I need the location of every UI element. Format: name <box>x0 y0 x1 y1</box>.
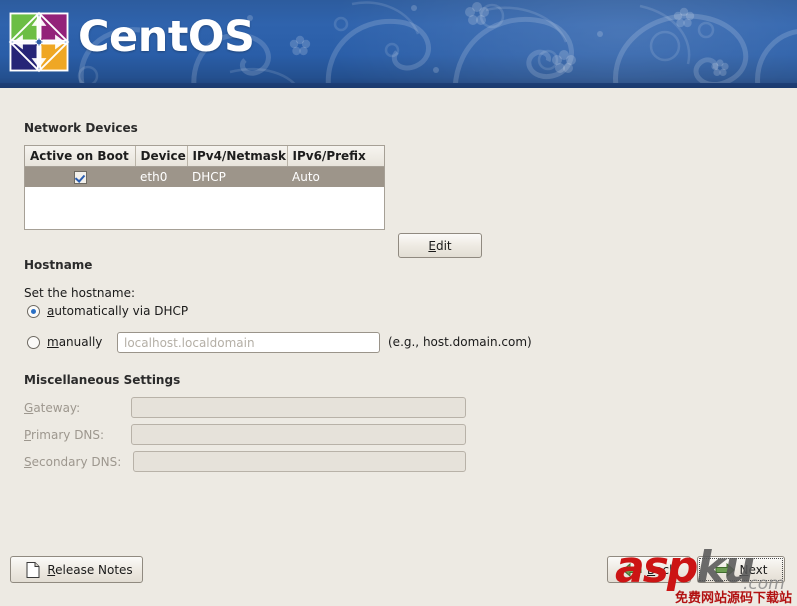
active-on-boot-checkbox[interactable] <box>73 171 87 184</box>
centos-logo-icon <box>8 11 70 73</box>
column-header-device[interactable]: Device <box>135 146 188 167</box>
column-header-ipv6-prefix[interactable]: IPv6/Prefix <box>287 146 384 167</box>
edit-button-label: Edit <box>428 238 452 253</box>
secondary-dns-input[interactable] <box>133 451 466 472</box>
next-button-label: Next <box>739 562 768 577</box>
back-button[interactable]: Back <box>607 556 691 583</box>
radio-hostname-automatic[interactable]: automatically via DHCP <box>27 304 188 318</box>
gateway-label: Gateway: <box>24 401 81 415</box>
column-header-active-on-boot[interactable]: Active on Boot <box>25 146 136 167</box>
table-row[interactable]: eth0 DHCP Auto <box>25 166 384 187</box>
header-banner: CentOS <box>0 0 797 88</box>
active-on-boot-cell[interactable] <box>25 166 135 187</box>
primary-dns-input[interactable] <box>131 424 466 445</box>
misc-settings-title: Miscellaneous Settings <box>24 373 181 387</box>
edit-button[interactable]: Edit <box>398 233 482 258</box>
hostname-input[interactable]: localhost.localdomain <box>117 332 380 353</box>
hostname-title: Hostname <box>24 258 93 272</box>
back-button-label: Back <box>646 562 677 577</box>
hostname-hint: (e.g., host.domain.com) <box>388 335 532 349</box>
ipv6-prefix-cell: Auto <box>287 166 384 187</box>
network-devices-table[interactable]: Active on Boot Device IPv4/Netmask IPv6/… <box>24 145 385 230</box>
set-hostname-label: Set the hostname: <box>24 286 136 300</box>
document-icon <box>26 561 40 578</box>
table-header-row: Active on Boot Device IPv4/Netmask IPv6/… <box>25 146 384 167</box>
primary-dns-label: Primary DNS: <box>24 428 105 442</box>
network-devices-title: Network Devices <box>24 121 138 135</box>
secondary-dns-label: Secondary DNS: <box>24 455 122 469</box>
gateway-input[interactable] <box>131 397 466 418</box>
radio-manual-indicator[interactable] <box>27 335 40 349</box>
radio-automatic-label: automatically via DHCP <box>47 304 189 318</box>
arrow-right-icon <box>715 562 735 577</box>
release-notes-label: Release Notes <box>47 562 133 577</box>
column-header-ipv4-netmask[interactable]: IPv4/Netmask <box>187 146 288 167</box>
installer-content: Network Devices Active on Boot Device IP… <box>0 88 797 606</box>
arrow-left-icon <box>622 562 642 577</box>
next-button[interactable]: Next <box>697 556 785 583</box>
ipv4-netmask-cell: DHCP <box>187 166 287 187</box>
watermark-chinese-text: 免费网站源码下载站 <box>675 591 793 606</box>
device-cell: eth0 <box>135 166 187 187</box>
release-notes-button[interactable]: Release Notes <box>10 556 143 583</box>
radio-manual-label: manually <box>47 335 103 349</box>
radio-hostname-manual[interactable]: manually <box>27 335 102 349</box>
product-wordmark: CentOS <box>78 12 255 62</box>
radio-automatic-indicator[interactable] <box>27 304 40 318</box>
